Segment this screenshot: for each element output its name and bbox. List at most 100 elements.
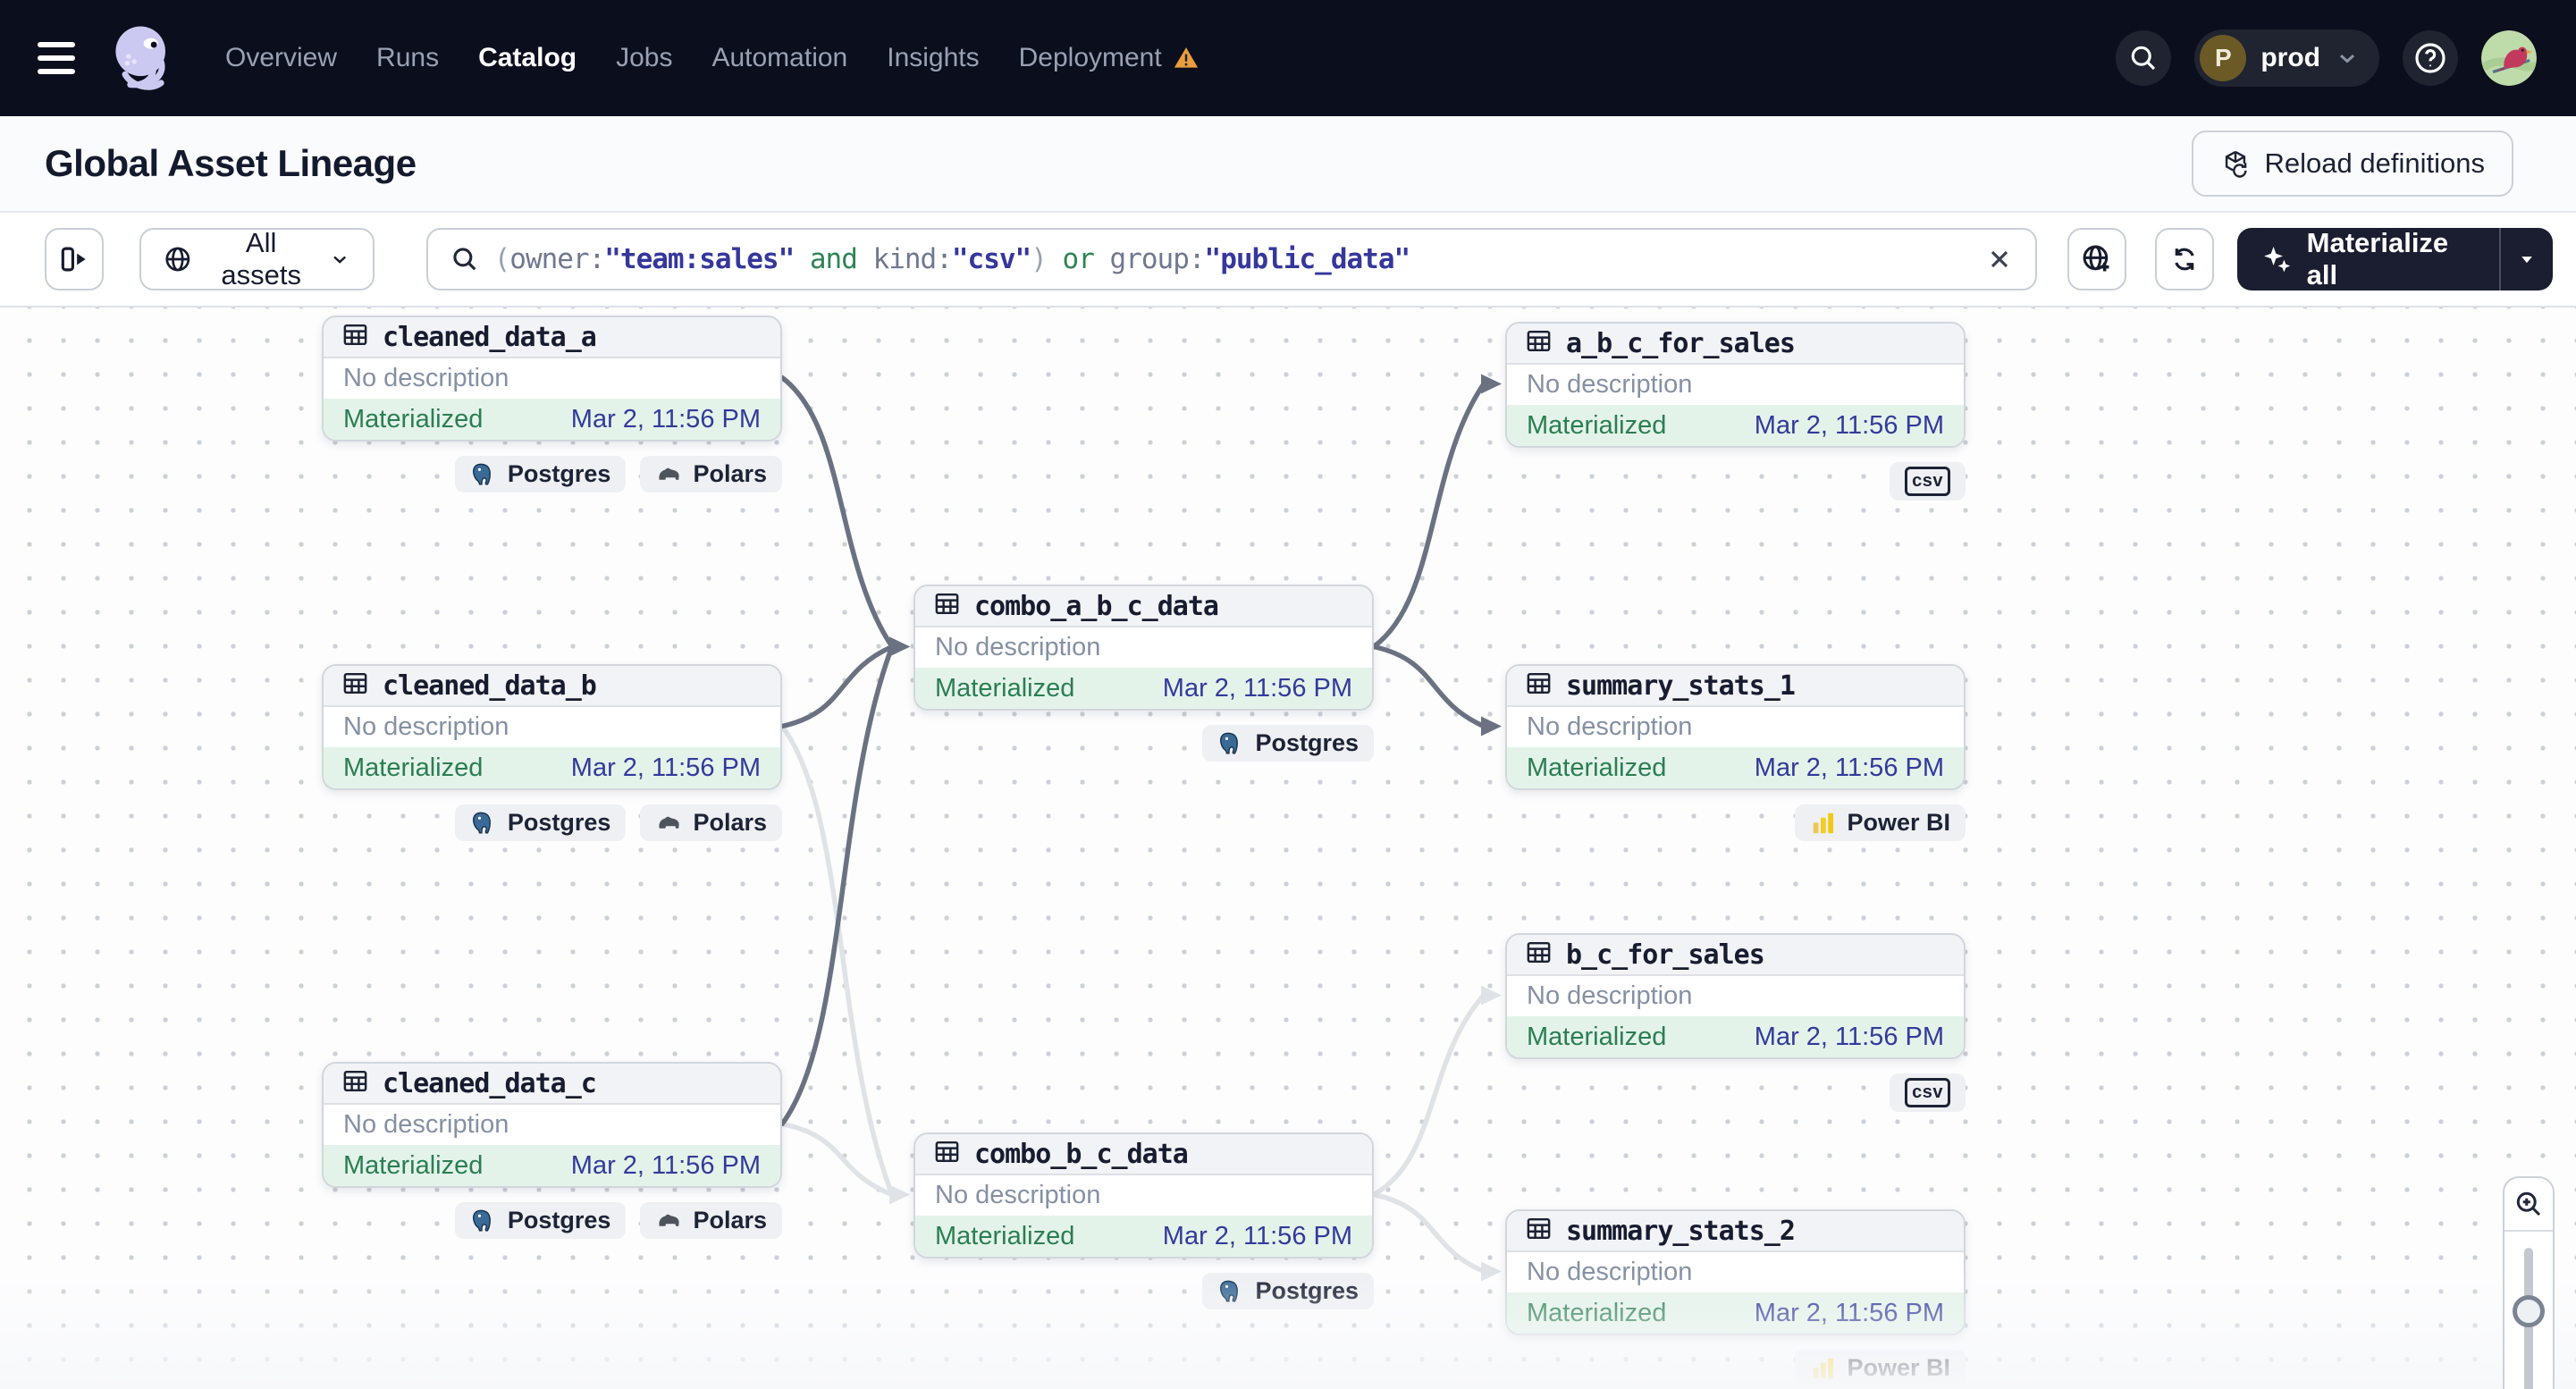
materialized-timestamp[interactable]: Mar 2, 11:56 PM [1163,1222,1352,1251]
asset-description: No description [1527,712,1693,741]
kind-tag-polars[interactable]: Polars [640,1202,782,1239]
open-sidebar-button[interactable] [45,228,105,290]
materialized-timestamp[interactable]: Mar 2, 11:56 PM [571,405,761,434]
asset-name: summary_stats_1 [1566,669,1796,702]
edge-arrowhead-icon [1481,716,1502,737]
kind-tag-postgres[interactable]: Postgres [454,1202,627,1239]
powerbi-icon [1814,1358,1834,1378]
help-icon[interactable] [2403,30,2458,86]
zoom-slider-knob[interactable] [2513,1295,2545,1327]
edge-arrowhead-icon [889,1184,910,1205]
kind-tag-postgres[interactable]: Postgres [1202,725,1374,762]
asset-node-summary_stats_2[interactable]: summary_stats_2 No description Materiali… [1505,1209,1966,1335]
asset-node-b_c_for_sales[interactable]: b_c_for_sales No description Materialize… [1505,933,1966,1059]
reload-definitions-label: Reload definitions [2264,147,2485,179]
nav-item-insights[interactable]: Insights [887,43,979,73]
materialized-timestamp[interactable]: Mar 2, 11:56 PM [1755,411,1944,441]
query-token: kind: [872,243,953,275]
save-selection-button[interactable] [2067,228,2126,290]
nav-item-label: Jobs [616,43,673,72]
edge-arrowhead-icon [889,636,910,657]
kind-tag-postgres[interactable]: Postgres [454,456,627,492]
asset-node-cleaned_data_c[interactable]: cleaned_data_c No description Materializ… [322,1062,782,1188]
kind-tag-powerbi[interactable]: Power BI [1795,804,1966,841]
asset-name: combo_a_b_c_data [974,590,1219,622]
kind-tag-powerbi[interactable]: Power BI [1795,1350,1966,1386]
nav-item-label: Catalog [478,43,577,72]
query-token: ) [1031,243,1048,275]
materialize-options-button[interactable] [2499,228,2553,290]
kind-tag-label: Postgres [507,809,611,836]
asset-node-combo_a_b_c_data[interactable]: combo_a_b_c_data No description Material… [913,585,1374,711]
edge-arrowhead-icon [1481,985,1502,1006]
csv-icon: csv [1905,1078,1950,1107]
menu-icon[interactable] [38,42,79,74]
materialized-timestamp[interactable]: Mar 2, 11:56 PM [1755,753,1944,783]
asset-description: No description [343,364,509,392]
nav-item-runs[interactable]: Runs [376,43,439,73]
caret-down-icon [2521,257,2532,264]
asset-kind-tags: Power BI [1505,1350,1966,1386]
lineage-canvas[interactable]: cleaned_data_a No description Materializ… [0,307,2576,1389]
kind-tag-polars[interactable]: Polars [640,456,782,492]
asset-description: No description [935,1181,1101,1209]
query-token: "csv" [951,243,1031,275]
deployment-switcher[interactable]: P prod [2194,29,2379,87]
nav-item-overview[interactable]: Overview [225,43,337,73]
query-token: owner: [509,243,605,275]
asset-node-cleaned_data_b[interactable]: cleaned_data_b No description Materializ… [322,664,782,790]
asset-node-a_b_c_for_sales[interactable]: a_b_c_for_sales No description Materiali… [1505,322,1966,448]
asset-search-input[interactable]: (owner:"team:sales" and kind:"csv") or g… [425,228,2037,290]
deployment-name: prod [2260,43,2320,72]
materialize-all-button[interactable]: Materialize all [2237,228,2499,290]
materialization-row: Materialized Mar 2, 11:56 PM [1507,1016,1964,1057]
sparkles-icon [2264,247,2291,273]
lineage-edge [1371,644,1486,729]
user-avatar[interactable] [2481,30,2537,86]
kind-tag-csv[interactable]: csv [1890,1073,1966,1112]
materialization-row: Materialized Mar 2, 11:56 PM [1507,747,1964,788]
zoom-slider[interactable] [2504,1232,2553,1389]
materialized-timestamp[interactable]: Mar 2, 11:56 PM [571,753,761,783]
asset-description: No description [1527,370,1693,399]
nav-item-deployment[interactable]: Deployment [1019,43,1200,73]
nav-item-catalog[interactable]: Catalog [478,43,577,73]
globe-plus-icon [2083,245,2109,272]
lineage-edge [779,644,895,1127]
asset-node-cleaned_data_a[interactable]: cleaned_data_a No description Materializ… [322,316,782,442]
clear-search-icon[interactable] [1985,245,2014,274]
refresh-icon[interactable] [2154,228,2215,290]
materialized-timestamp[interactable]: Mar 2, 11:56 PM [1163,674,1352,703]
kind-tag-polars[interactable]: Polars [640,804,782,841]
nav-item-label: Insights [887,43,980,72]
edge-arrowhead-icon [1481,1261,1502,1282]
asset-kind-tags: Postgres Polars [322,804,782,841]
dagster-logo-icon[interactable] [104,17,186,99]
asset-kind-tags: csv [1505,462,1966,501]
asset-description: No description [1527,981,1693,1010]
table-icon [341,321,369,353]
nav-item-jobs[interactable]: Jobs [616,43,672,73]
kind-tag-postgres[interactable]: Postgres [1202,1273,1374,1309]
asset-kind-tags: Power BI [1505,804,1966,841]
reload-definitions-button[interactable]: Reload definitions [2191,130,2513,197]
kind-tag-csv[interactable]: csv [1890,462,1966,501]
zoom-in-button[interactable] [2504,1178,2553,1230]
materialized-status: Materialized [1527,753,1667,782]
search-icon[interactable] [2116,30,2172,86]
query-token: "team:sales" [604,243,795,275]
nav-item-automation[interactable]: Automation [711,43,847,73]
asset-node-combo_b_c_data[interactable]: combo_b_c_data No description Materializ… [913,1132,1374,1259]
edge-arrowhead-icon [889,636,910,657]
edge-arrowhead-icon [1481,374,1502,394]
materialized-timestamp[interactable]: Mar 2, 11:56 PM [1755,1299,1944,1328]
kind-tag-postgres[interactable]: Postgres [454,804,627,841]
asset-name: cleaned_data_c [383,1067,597,1099]
asset-scope-dropdown[interactable]: All assets [139,227,375,290]
materialized-timestamp[interactable]: Mar 2, 11:56 PM [571,1151,761,1181]
asset-description: No description [935,633,1101,661]
polars-icon [659,816,680,829]
materialized-timestamp[interactable]: Mar 2, 11:56 PM [1755,1023,1944,1052]
search-icon [453,248,476,271]
asset-node-summary_stats_1[interactable]: summary_stats_1 No description Materiali… [1505,664,1966,790]
